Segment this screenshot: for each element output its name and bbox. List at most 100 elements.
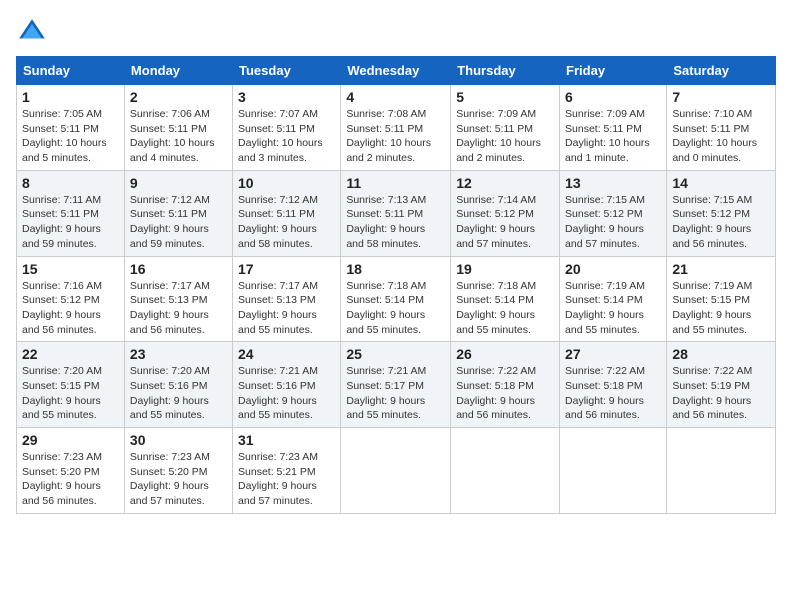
day-cell: 1 Sunrise: 7:05 AMSunset: 5:11 PMDayligh… (17, 85, 125, 171)
page-header (16, 16, 776, 48)
day-cell: 13 Sunrise: 7:15 AMSunset: 5:12 PMDaylig… (560, 170, 667, 256)
day-number: 10 (238, 175, 335, 191)
day-number: 13 (565, 175, 661, 191)
logo-icon (16, 16, 48, 48)
day-number: 7 (672, 89, 770, 105)
day-cell: 23 Sunrise: 7:20 AMSunset: 5:16 PMDaylig… (124, 342, 232, 428)
day-detail: Sunrise: 7:15 AMSunset: 5:12 PMDaylight:… (672, 194, 752, 250)
day-number: 20 (565, 261, 661, 277)
day-number: 18 (346, 261, 445, 277)
day-cell: 31 Sunrise: 7:23 AMSunset: 5:21 PMDaylig… (233, 428, 341, 514)
day-cell: 24 Sunrise: 7:21 AMSunset: 5:16 PMDaylig… (233, 342, 341, 428)
day-cell (451, 428, 560, 514)
day-number: 21 (672, 261, 770, 277)
day-cell: 20 Sunrise: 7:19 AMSunset: 5:14 PMDaylig… (560, 256, 667, 342)
day-cell: 4 Sunrise: 7:08 AMSunset: 5:11 PMDayligh… (341, 85, 451, 171)
logo (16, 16, 52, 48)
day-detail: Sunrise: 7:07 AMSunset: 5:11 PMDaylight:… (238, 108, 323, 164)
day-cell: 21 Sunrise: 7:19 AMSunset: 5:15 PMDaylig… (667, 256, 776, 342)
day-cell: 15 Sunrise: 7:16 AMSunset: 5:12 PMDaylig… (17, 256, 125, 342)
day-number: 26 (456, 346, 554, 362)
day-number: 2 (130, 89, 227, 105)
day-number: 3 (238, 89, 335, 105)
day-detail: Sunrise: 7:15 AMSunset: 5:12 PMDaylight:… (565, 194, 645, 250)
day-detail: Sunrise: 7:19 AMSunset: 5:15 PMDaylight:… (672, 280, 752, 336)
day-detail: Sunrise: 7:05 AMSunset: 5:11 PMDaylight:… (22, 108, 107, 164)
day-number: 12 (456, 175, 554, 191)
header-cell-tuesday: Tuesday (233, 57, 341, 85)
day-detail: Sunrise: 7:06 AMSunset: 5:11 PMDaylight:… (130, 108, 215, 164)
day-number: 16 (130, 261, 227, 277)
day-detail: Sunrise: 7:23 AMSunset: 5:21 PMDaylight:… (238, 451, 318, 507)
header-cell-thursday: Thursday (451, 57, 560, 85)
day-detail: Sunrise: 7:21 AMSunset: 5:17 PMDaylight:… (346, 365, 426, 421)
day-cell: 28 Sunrise: 7:22 AMSunset: 5:19 PMDaylig… (667, 342, 776, 428)
day-detail: Sunrise: 7:13 AMSunset: 5:11 PMDaylight:… (346, 194, 426, 250)
day-number: 27 (565, 346, 661, 362)
day-detail: Sunrise: 7:10 AMSunset: 5:11 PMDaylight:… (672, 108, 757, 164)
day-detail: Sunrise: 7:22 AMSunset: 5:19 PMDaylight:… (672, 365, 752, 421)
day-detail: Sunrise: 7:22 AMSunset: 5:18 PMDaylight:… (456, 365, 536, 421)
day-cell: 10 Sunrise: 7:12 AMSunset: 5:11 PMDaylig… (233, 170, 341, 256)
day-cell (667, 428, 776, 514)
day-cell: 19 Sunrise: 7:18 AMSunset: 5:14 PMDaylig… (451, 256, 560, 342)
day-cell: 18 Sunrise: 7:18 AMSunset: 5:14 PMDaylig… (341, 256, 451, 342)
day-number: 14 (672, 175, 770, 191)
day-detail: Sunrise: 7:17 AMSunset: 5:13 PMDaylight:… (238, 280, 318, 336)
day-number: 31 (238, 432, 335, 448)
day-cell: 8 Sunrise: 7:11 AMSunset: 5:11 PMDayligh… (17, 170, 125, 256)
week-row-4: 22 Sunrise: 7:20 AMSunset: 5:15 PMDaylig… (17, 342, 776, 428)
week-row-3: 15 Sunrise: 7:16 AMSunset: 5:12 PMDaylig… (17, 256, 776, 342)
day-detail: Sunrise: 7:12 AMSunset: 5:11 PMDaylight:… (130, 194, 210, 250)
day-detail: Sunrise: 7:16 AMSunset: 5:12 PMDaylight:… (22, 280, 102, 336)
day-cell: 16 Sunrise: 7:17 AMSunset: 5:13 PMDaylig… (124, 256, 232, 342)
day-detail: Sunrise: 7:17 AMSunset: 5:13 PMDaylight:… (130, 280, 210, 336)
day-number: 19 (456, 261, 554, 277)
day-cell: 9 Sunrise: 7:12 AMSunset: 5:11 PMDayligh… (124, 170, 232, 256)
day-cell: 17 Sunrise: 7:17 AMSunset: 5:13 PMDaylig… (233, 256, 341, 342)
day-number: 15 (22, 261, 119, 277)
day-detail: Sunrise: 7:18 AMSunset: 5:14 PMDaylight:… (456, 280, 536, 336)
day-cell: 11 Sunrise: 7:13 AMSunset: 5:11 PMDaylig… (341, 170, 451, 256)
day-cell: 27 Sunrise: 7:22 AMSunset: 5:18 PMDaylig… (560, 342, 667, 428)
day-detail: Sunrise: 7:08 AMSunset: 5:11 PMDaylight:… (346, 108, 431, 164)
day-detail: Sunrise: 7:11 AMSunset: 5:11 PMDaylight:… (22, 194, 101, 250)
day-cell: 14 Sunrise: 7:15 AMSunset: 5:12 PMDaylig… (667, 170, 776, 256)
day-detail: Sunrise: 7:22 AMSunset: 5:18 PMDaylight:… (565, 365, 645, 421)
day-cell: 3 Sunrise: 7:07 AMSunset: 5:11 PMDayligh… (233, 85, 341, 171)
day-detail: Sunrise: 7:20 AMSunset: 5:16 PMDaylight:… (130, 365, 210, 421)
header-cell-saturday: Saturday (667, 57, 776, 85)
week-row-5: 29 Sunrise: 7:23 AMSunset: 5:20 PMDaylig… (17, 428, 776, 514)
day-detail: Sunrise: 7:18 AMSunset: 5:14 PMDaylight:… (346, 280, 426, 336)
day-cell (560, 428, 667, 514)
day-cell: 30 Sunrise: 7:23 AMSunset: 5:20 PMDaylig… (124, 428, 232, 514)
day-detail: Sunrise: 7:12 AMSunset: 5:11 PMDaylight:… (238, 194, 318, 250)
header-cell-friday: Friday (560, 57, 667, 85)
day-number: 8 (22, 175, 119, 191)
day-cell (341, 428, 451, 514)
header-cell-monday: Monday (124, 57, 232, 85)
day-number: 9 (130, 175, 227, 191)
day-number: 22 (22, 346, 119, 362)
day-cell: 5 Sunrise: 7:09 AMSunset: 5:11 PMDayligh… (451, 85, 560, 171)
day-detail: Sunrise: 7:21 AMSunset: 5:16 PMDaylight:… (238, 365, 318, 421)
day-cell: 12 Sunrise: 7:14 AMSunset: 5:12 PMDaylig… (451, 170, 560, 256)
day-number: 23 (130, 346, 227, 362)
day-detail: Sunrise: 7:09 AMSunset: 5:11 PMDaylight:… (565, 108, 650, 164)
day-detail: Sunrise: 7:14 AMSunset: 5:12 PMDaylight:… (456, 194, 536, 250)
day-number: 24 (238, 346, 335, 362)
day-detail: Sunrise: 7:19 AMSunset: 5:14 PMDaylight:… (565, 280, 645, 336)
day-cell: 6 Sunrise: 7:09 AMSunset: 5:11 PMDayligh… (560, 85, 667, 171)
calendar-table: SundayMondayTuesdayWednesdayThursdayFrid… (16, 56, 776, 514)
day-detail: Sunrise: 7:20 AMSunset: 5:15 PMDaylight:… (22, 365, 102, 421)
day-cell: 22 Sunrise: 7:20 AMSunset: 5:15 PMDaylig… (17, 342, 125, 428)
day-number: 25 (346, 346, 445, 362)
day-number: 5 (456, 89, 554, 105)
day-cell: 29 Sunrise: 7:23 AMSunset: 5:20 PMDaylig… (17, 428, 125, 514)
day-detail: Sunrise: 7:23 AMSunset: 5:20 PMDaylight:… (22, 451, 102, 507)
day-number: 17 (238, 261, 335, 277)
day-number: 4 (346, 89, 445, 105)
calendar-body: 1 Sunrise: 7:05 AMSunset: 5:11 PMDayligh… (17, 85, 776, 514)
day-cell: 26 Sunrise: 7:22 AMSunset: 5:18 PMDaylig… (451, 342, 560, 428)
day-number: 11 (346, 175, 445, 191)
